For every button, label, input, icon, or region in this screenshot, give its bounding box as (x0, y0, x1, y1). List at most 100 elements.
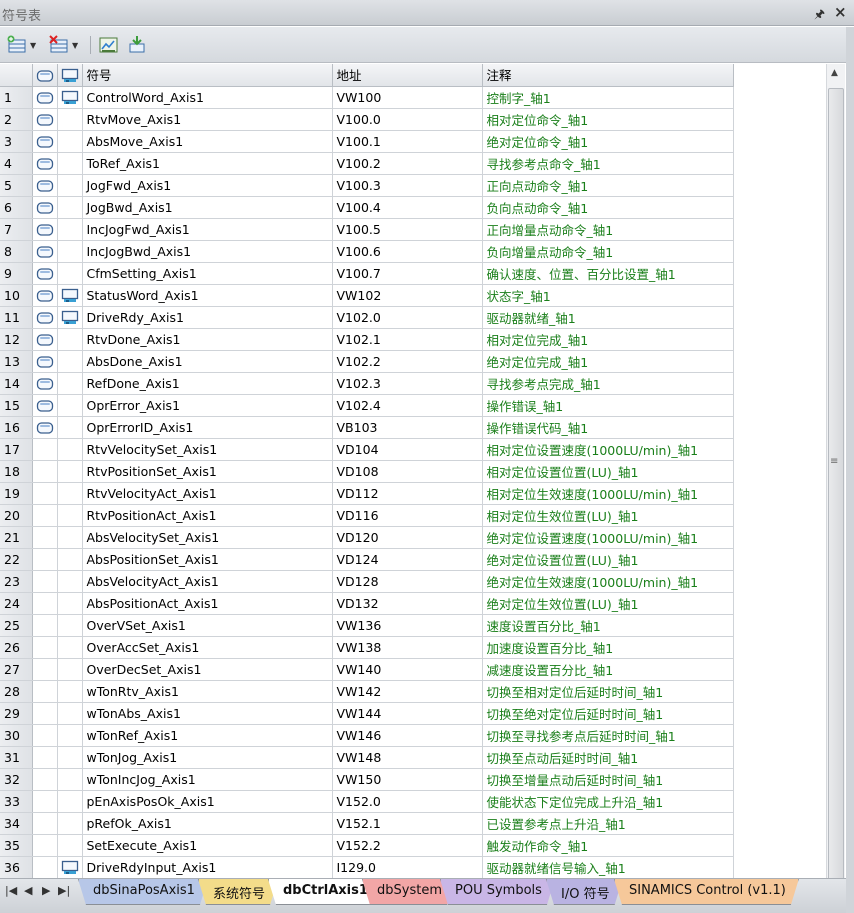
comment-column-header[interactable]: 注释 (482, 64, 734, 87)
address-cell[interactable]: V102.1 (332, 328, 483, 351)
table-row[interactable]: 20 RtvPositionAct_Axis1 VD116 相对定位生效位置(LU)_… (0, 504, 734, 527)
address-cell[interactable]: V100.7 (332, 262, 483, 285)
address-cell[interactable]: VW138 (332, 636, 483, 659)
row-number[interactable]: 5 (0, 174, 33, 197)
vertical-scrollbar[interactable]: ▲ ≡ (826, 64, 845, 896)
symbol-cell[interactable]: DriveRdy_Axis1 (82, 306, 333, 329)
table-row[interactable]: 29 wTonAbs_Axis1 VW144 切换至绝对定位后延时时间_轴1 (0, 702, 734, 725)
symbol-cell[interactable]: AbsPositionAct_Axis1 (82, 592, 333, 615)
address-cell[interactable]: VD128 (332, 570, 483, 593)
pin-icon[interactable]: 🖈︎ (814, 5, 825, 26)
row-number[interactable]: 12 (0, 328, 33, 351)
row-number[interactable]: 8 (0, 240, 33, 263)
table-row[interactable]: 34 pRefOk_Axis1 V152.1 已设置参考点上升沿_轴1 (0, 812, 734, 835)
row-number[interactable]: 14 (0, 372, 33, 395)
symbol-cell[interactable]: RtvMove_Axis1 (82, 108, 333, 131)
symbol-cell[interactable]: wTonAbs_Axis1 (82, 702, 333, 725)
tab-5[interactable]: I/O 符号 (546, 879, 623, 905)
symbol-cell[interactable]: OverDecSet_Axis1 (82, 658, 333, 681)
next-tab-icon[interactable]: ▶ (42, 884, 50, 897)
address-column-header[interactable]: 地址 (332, 64, 483, 87)
symbol-table-button[interactable] (98, 34, 120, 56)
comment-cell[interactable]: 绝对定位设置速度(1000LU/min)_轴1 (482, 526, 734, 549)
row-number[interactable]: 9 (0, 262, 33, 285)
table-row[interactable]: 17 RtvVelocitySet_Axis1 VD104 相对定位设置速度(1000… (0, 438, 734, 461)
comment-cell[interactable]: 相对定位设置位置(LU)_轴1 (482, 460, 734, 483)
row-number[interactable]: 7 (0, 218, 33, 241)
symbol-cell[interactable]: IncJogFwd_Axis1 (82, 218, 333, 241)
address-cell[interactable]: V100.1 (332, 130, 483, 153)
row-number[interactable]: 29 (0, 702, 33, 725)
close-icon[interactable]: × (834, 3, 847, 21)
table-row[interactable]: 22 AbsPositionSet_Axis1 VD124 绝对定位设置位置(LU)_… (0, 548, 734, 571)
scroll-up-icon[interactable]: ▲ (831, 68, 838, 78)
tab-1[interactable]: 系统符号 (198, 879, 278, 905)
tab-0[interactable]: dbSinaPosAxis1 (78, 879, 208, 905)
delete-dropdown-icon[interactable]: ▼ (72, 41, 78, 50)
table-row[interactable]: 24 AbsPositionAct_Axis1 VD132 绝对定位生效位置(LU)_… (0, 592, 734, 615)
row-number-header[interactable] (0, 64, 33, 87)
row-number[interactable]: 22 (0, 548, 33, 571)
row-number[interactable]: 13 (0, 350, 33, 373)
first-tab-icon[interactable]: |◀ (5, 884, 17, 897)
delete-button[interactable]: ▼ (48, 34, 78, 56)
symbol-cell[interactable]: JogBwd_Axis1 (82, 196, 333, 219)
comment-cell[interactable]: 相对定位生效速度(1000LU/min)_轴1 (482, 482, 734, 505)
row-number[interactable]: 33 (0, 790, 33, 813)
address-cell[interactable]: VD124 (332, 548, 483, 571)
comment-cell[interactable]: 切换至寻找参考点后延时时间_轴1 (482, 724, 734, 747)
address-cell[interactable]: V152.2 (332, 834, 483, 857)
comment-cell[interactable]: 绝对定位生效位置(LU)_轴1 (482, 592, 734, 615)
address-cell[interactable]: VW146 (332, 724, 483, 747)
table-row[interactable]: 14 RefDone_Axis1 V102.3 寻找参考点完成_轴1 (0, 372, 734, 395)
table-row[interactable]: 9 CfmSetting_Axis1 V100.7 确认速度、位置、百分比设置_轴1 (0, 262, 734, 285)
comment-cell[interactable]: 切换至增量点动后延时时间_轴1 (482, 768, 734, 791)
symbol-cell[interactable]: RtvDone_Axis1 (82, 328, 333, 351)
address-cell[interactable]: V102.3 (332, 372, 483, 395)
row-number[interactable]: 23 (0, 570, 33, 593)
comment-cell[interactable]: 寻找参考点命令_轴1 (482, 152, 734, 175)
address-cell[interactable]: VW144 (332, 702, 483, 725)
comment-cell[interactable]: 寻找参考点完成_轴1 (482, 372, 734, 395)
symbol-cell[interactable]: pEnAxisPosOk_Axis1 (82, 790, 333, 813)
comment-cell[interactable]: 负向增量点动命令_轴1 (482, 240, 734, 263)
used-column-header[interactable] (32, 64, 58, 87)
symbol-cell[interactable]: AbsMove_Axis1 (82, 130, 333, 153)
table-row[interactable]: 13 AbsDone_Axis1 V102.2 绝对定位完成_轴1 (0, 350, 734, 373)
symbol-cell[interactable]: RtvPositionAct_Axis1 (82, 504, 333, 527)
address-cell[interactable]: V102.2 (332, 350, 483, 373)
row-number[interactable]: 30 (0, 724, 33, 747)
row-number[interactable]: 34 (0, 812, 33, 835)
row-number[interactable]: 21 (0, 526, 33, 549)
row-number[interactable]: 25 (0, 614, 33, 637)
table-row[interactable]: 8 IncJogBwd_Axis1 V100.6 负向增量点动命令_轴1 (0, 240, 734, 263)
address-cell[interactable]: VW150 (332, 768, 483, 791)
comment-cell[interactable]: 正向点动命令_轴1 (482, 174, 734, 197)
row-number[interactable]: 18 (0, 460, 33, 483)
symbol-cell[interactable]: OverVSet_Axis1 (82, 614, 333, 637)
table-row[interactable]: 26 OverAccSet_Axis1 VW138 加速度设置百分比_轴1 (0, 636, 734, 659)
symbol-cell[interactable]: wTonRtv_Axis1 (82, 680, 333, 703)
tab-3[interactable]: dbSystem (362, 879, 455, 905)
comment-cell[interactable]: 状态字_轴1 (482, 284, 734, 307)
row-number[interactable]: 6 (0, 196, 33, 219)
export-button[interactable] (126, 34, 148, 56)
comment-cell[interactable]: 正向增量点动命令_轴1 (482, 218, 734, 241)
comment-cell[interactable]: 负向点动命令_轴1 (482, 196, 734, 219)
comment-cell[interactable]: 使能状态下定位完成上升沿_轴1 (482, 790, 734, 813)
comment-cell[interactable]: 速度设置百分比_轴1 (482, 614, 734, 637)
symbol-cell[interactable]: JogFwd_Axis1 (82, 174, 333, 197)
symbol-cell[interactable]: AbsPositionSet_Axis1 (82, 548, 333, 571)
table-row[interactable]: 19 RtvVelocityAct_Axis1 VD112 相对定位生效速度(1000… (0, 482, 734, 505)
table-row[interactable]: 36 DriveRdyInput_Axis1 I129.0 驱动器就绪信号输入_轴1 (0, 856, 734, 878)
symbol-cell[interactable]: wTonJog_Axis1 (82, 746, 333, 769)
symbol-cell[interactable]: pRefOk_Axis1 (82, 812, 333, 835)
row-number[interactable]: 27 (0, 658, 33, 681)
table-row[interactable]: 18 RtvPositionSet_Axis1 VD108 相对定位设置位置(LU)_… (0, 460, 734, 483)
row-number[interactable]: 24 (0, 592, 33, 615)
symbol-cell[interactable]: DriveRdyInput_Axis1 (82, 856, 333, 878)
comment-cell[interactable]: 绝对定位设置位置(LU)_轴1 (482, 548, 734, 571)
comment-cell[interactable]: 已设置参考点上升沿_轴1 (482, 812, 734, 835)
address-cell[interactable]: VD108 (332, 460, 483, 483)
comment-cell[interactable]: 绝对定位完成_轴1 (482, 350, 734, 373)
